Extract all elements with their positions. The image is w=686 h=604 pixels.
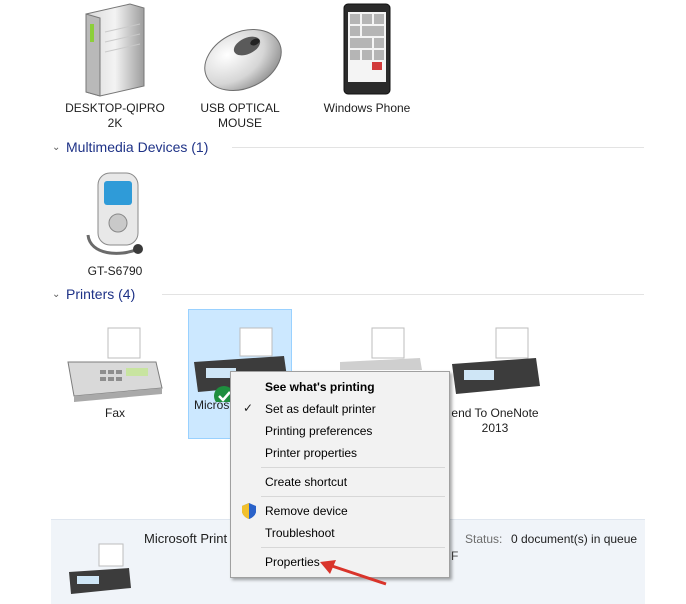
device-label: USB OPTICAL MOUSE — [200, 101, 280, 130]
mouse-icon — [204, 29, 282, 91]
external-drive-icon — [85, 3, 145, 97]
menu-separator — [261, 496, 445, 497]
menu-item-set-default-printer[interactable]: Set as default printer — [265, 402, 376, 416]
printer-icon — [340, 327, 422, 370]
menu-item-create-shortcut[interactable]: Create shortcut — [265, 475, 347, 489]
device-label: Windows Phone — [323, 101, 411, 115]
device-gt-s6790[interactable]: GT-S6790 — [60, 165, 170, 279]
checkmark-icon: ✓ — [243, 401, 254, 415]
uac-shield-icon — [242, 503, 256, 519]
group-header-multimedia[interactable]: ⌄ Multimedia Devices (1) — [52, 137, 644, 157]
fax-icon — [67, 327, 163, 402]
device-label: DESKTOP-QIPRO 2K — [65, 101, 165, 130]
details-status-label: Status: — [465, 532, 503, 546]
details-partial-text: F — [451, 549, 459, 563]
device-usb-optical-mouse[interactable]: USB OPTICAL MOUSE — [185, 2, 295, 131]
details-status-value: 0 document(s) in queue — [511, 532, 638, 546]
device-label: end To OneNote 2013 — [451, 406, 539, 435]
media-player-icon — [86, 172, 143, 255]
menu-item-printer-properties[interactable]: Printer properties — [265, 446, 357, 460]
menu-separator — [261, 467, 445, 468]
menu-item-see-whats-printing[interactable]: See what's printing — [265, 380, 375, 394]
device-windows-phone[interactable]: Windows Phone — [312, 2, 422, 116]
printer-icon — [69, 543, 131, 594]
context-menu: See what's printing ✓ Set as default pri… — [230, 371, 450, 578]
device-desktop-qipro[interactable]: DESKTOP-QIPRO 2K — [60, 2, 170, 131]
printer-icon — [452, 327, 540, 394]
device-label: Fax — [104, 406, 125, 420]
group-divider — [162, 294, 644, 295]
menu-separator — [261, 547, 445, 548]
printer-send-to-onenote[interactable]: end To OneNote 2013 — [440, 322, 550, 436]
chevron-down-icon: ⌄ — [52, 141, 61, 153]
printer-fax[interactable]: Fax — [60, 322, 170, 421]
annotation-arrow-icon — [320, 560, 387, 586]
menu-item-troubleshoot[interactable]: Troubleshoot — [265, 526, 335, 540]
group-divider — [232, 147, 644, 148]
group-title: Multimedia Devices (1) — [66, 139, 209, 155]
details-device-name: Microsoft Print — [144, 531, 228, 546]
menu-item-remove-device[interactable]: Remove device — [265, 504, 348, 518]
group-header-printers[interactable]: ⌄ Printers (4) — [52, 284, 644, 304]
chevron-down-icon: ⌄ — [52, 288, 61, 300]
menu-item-printing-preferences[interactable]: Printing preferences — [265, 424, 372, 438]
menu-item-properties[interactable]: Properties — [265, 555, 320, 569]
phone-icon — [343, 3, 391, 95]
printer-obscured[interactable] — [330, 322, 430, 370]
group-title: Printers (4) — [66, 286, 136, 302]
device-label: GT-S6790 — [87, 264, 143, 278]
